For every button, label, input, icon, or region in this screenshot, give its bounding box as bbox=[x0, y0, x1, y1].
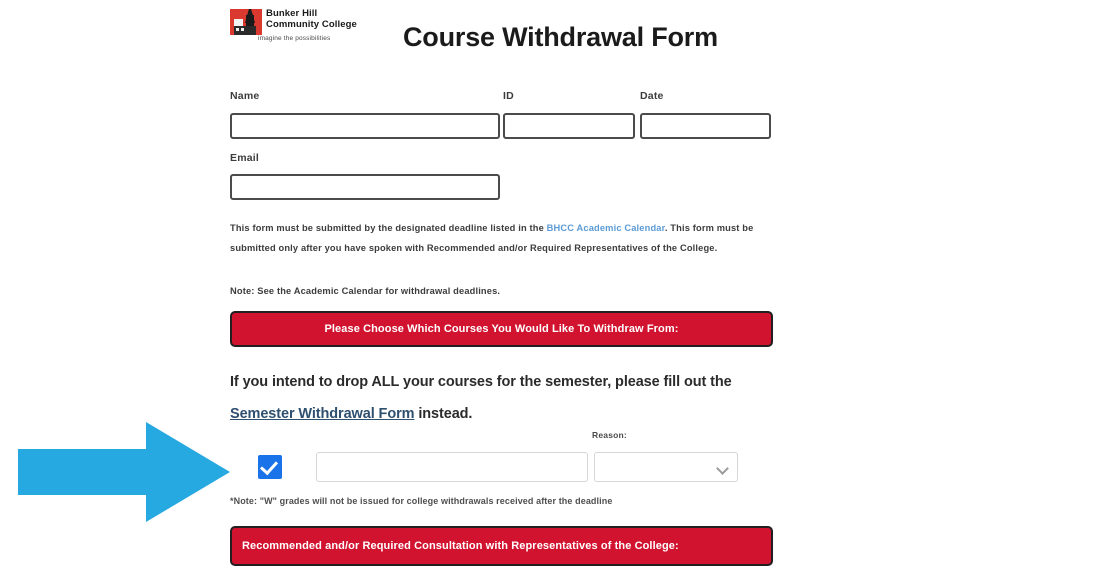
email-label: Email bbox=[230, 152, 260, 164]
drop-all-courses-notice: If you intend to drop ALL your courses f… bbox=[230, 366, 765, 430]
bhcc-academic-calendar-link[interactable]: BHCC Academic Calendar bbox=[547, 223, 665, 233]
instructions-part1: This form must be submitted by the desig… bbox=[230, 223, 547, 233]
reason-label: Reason: bbox=[592, 430, 627, 440]
chevron-down-icon bbox=[716, 462, 729, 475]
date-input[interactable] bbox=[640, 113, 771, 139]
instructions-paragraph: This form must be submitted by the desig… bbox=[230, 218, 773, 258]
name-label: Name bbox=[230, 90, 260, 102]
choose-courses-banner: Please Choose Which Courses You Would Li… bbox=[230, 311, 773, 347]
page-title: Course Withdrawal Form bbox=[403, 22, 718, 52]
form-header: Bunker Hill Community College imagine th… bbox=[228, 4, 773, 60]
w-grades-note: *Note: "W" grades will not be issued for… bbox=[230, 496, 613, 506]
id-input[interactable] bbox=[503, 113, 635, 139]
consultation-banner: Recommended and/or Required Consultation… bbox=[230, 526, 773, 566]
bhcc-logo-name: Bunker Hill Community College bbox=[266, 8, 357, 30]
bhcc-logo-name-line2: Community College bbox=[266, 19, 357, 30]
annotation-arrow-icon bbox=[18, 422, 230, 522]
id-label: ID bbox=[503, 90, 514, 102]
drop-all-part1: If you intend to drop ALL your courses f… bbox=[230, 374, 732, 390]
bhcc-logo: Bunker Hill Community College imagine th… bbox=[228, 8, 368, 50]
bhcc-logo-tagline: imagine the possibilities bbox=[258, 35, 331, 42]
semester-withdrawal-form-link[interactable]: Semester Withdrawal Form bbox=[230, 406, 415, 422]
deadlines-note: Note: See the Academic Calendar for with… bbox=[230, 286, 501, 296]
drop-all-part2: instead. bbox=[414, 406, 473, 422]
name-input[interactable] bbox=[230, 113, 500, 139]
reason-select[interactable] bbox=[594, 452, 738, 482]
bhcc-logo-mark-icon bbox=[230, 9, 262, 35]
course-withdrawal-form: Bunker Hill Community College imagine th… bbox=[228, 0, 773, 566]
course-checkbox[interactable] bbox=[258, 455, 282, 479]
bhcc-logo-name-line1: Bunker Hill bbox=[266, 8, 318, 19]
checkmark-icon bbox=[259, 456, 279, 476]
email-input[interactable] bbox=[230, 174, 500, 200]
date-label: Date bbox=[640, 90, 664, 102]
course-input[interactable] bbox=[316, 452, 588, 482]
